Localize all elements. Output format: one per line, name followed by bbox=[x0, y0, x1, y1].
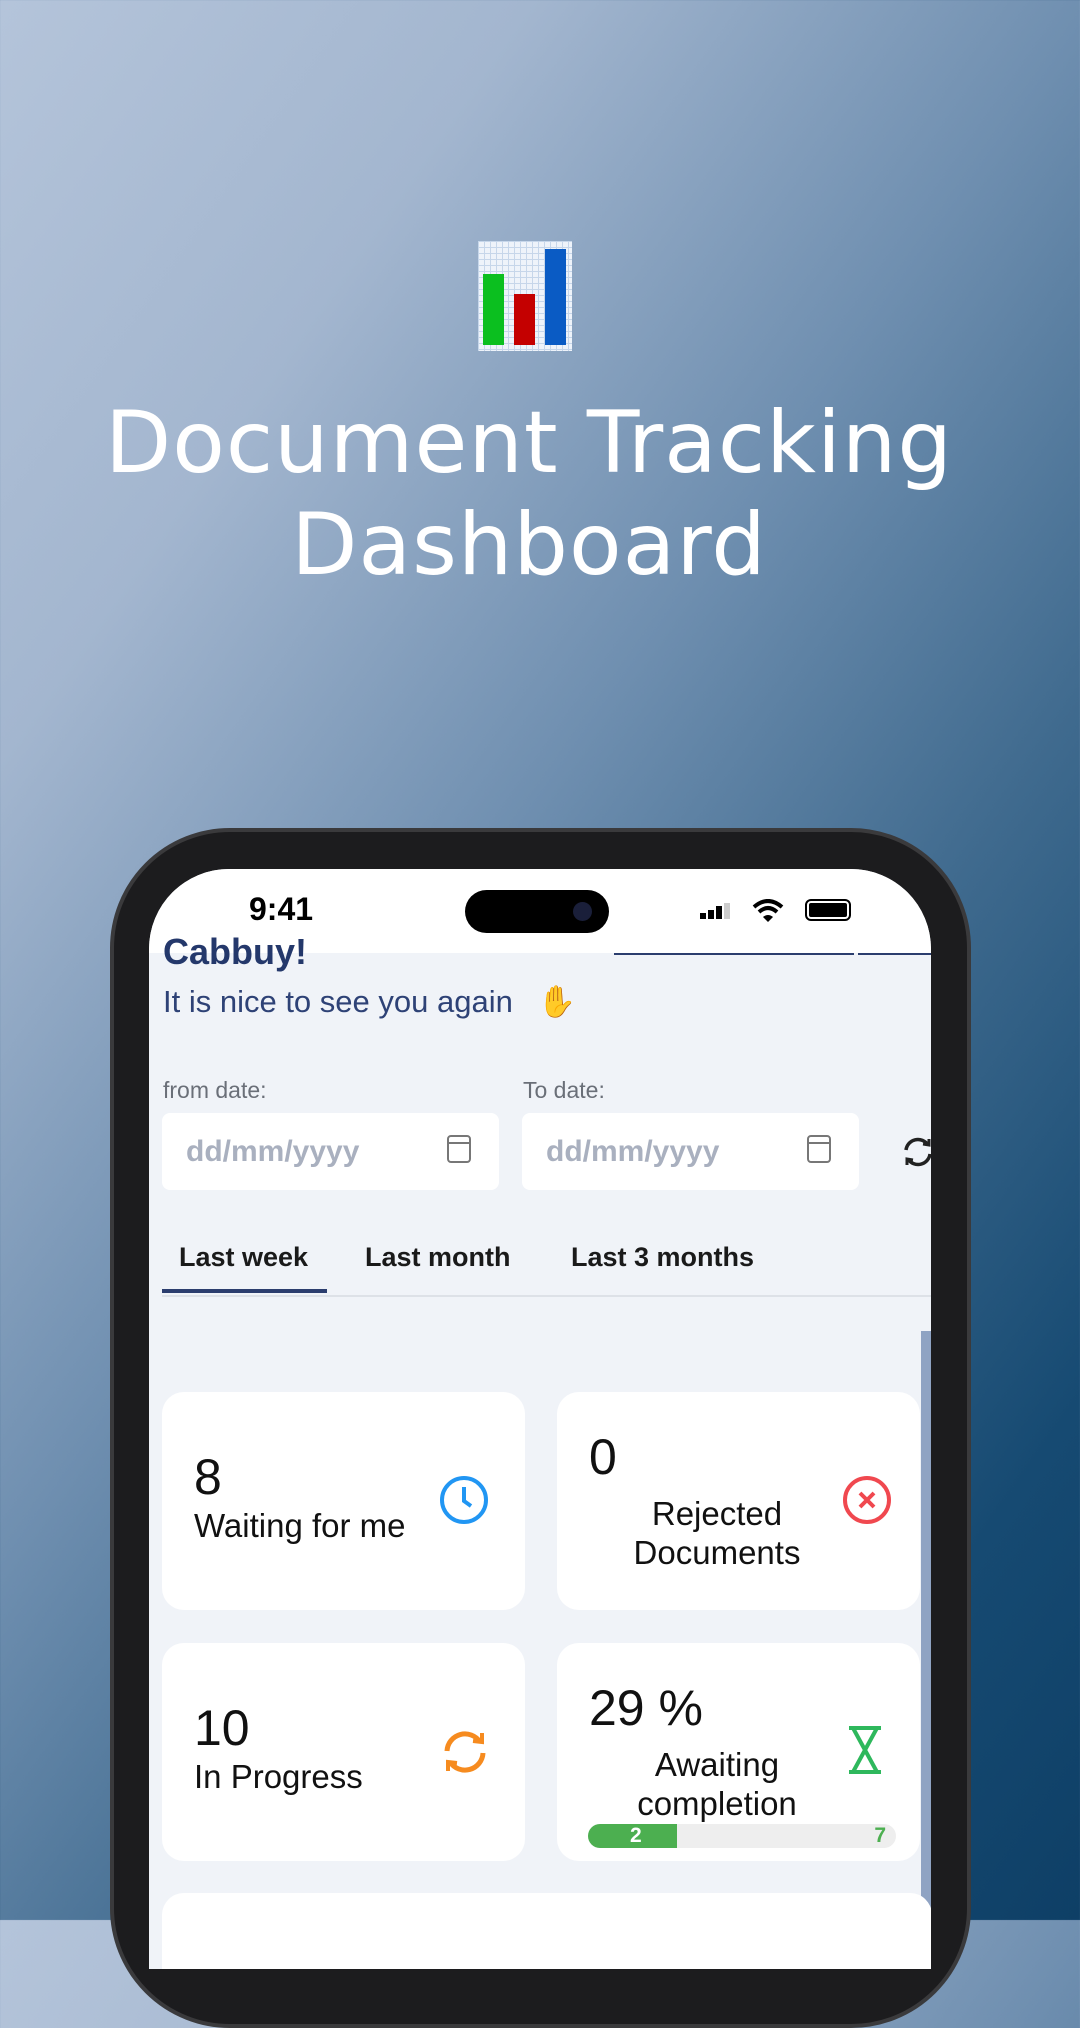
progress-total: 7 bbox=[874, 1824, 886, 1847]
dynamic-island bbox=[465, 890, 609, 933]
logo-bar-blue bbox=[545, 249, 566, 345]
header-underline bbox=[614, 953, 854, 955]
card-value: 8 bbox=[194, 1449, 222, 1505]
refresh-icon bbox=[444, 1731, 486, 1773]
card-value: 0 bbox=[589, 1429, 617, 1485]
card-in-progress[interactable]: 10 In Progress bbox=[162, 1643, 525, 1861]
logo-bar-green bbox=[483, 274, 504, 345]
hourglass-icon bbox=[849, 1726, 881, 1774]
card-label: Rejected Documents bbox=[607, 1494, 827, 1572]
greeting-subtitle-text: It is nice to see you again bbox=[163, 984, 513, 1019]
wifi-icon bbox=[752, 899, 784, 922]
tab-last-week[interactable]: Last week bbox=[179, 1242, 308, 1273]
card-awaiting-completion[interactable]: 29 % Awaiting completion 2 7 bbox=[557, 1643, 920, 1861]
greeting-name: Cabbuy! bbox=[163, 931, 307, 972]
card-label-line1: Rejected bbox=[651, 1495, 783, 1532]
header-underline bbox=[858, 953, 931, 955]
hero-title-line2: Dashboard bbox=[291, 495, 767, 595]
active-tab-indicator bbox=[162, 1289, 327, 1293]
to-date-input[interactable]: dd/mm/yyyy bbox=[522, 1113, 859, 1190]
from-date-label: from date: bbox=[163, 1077, 267, 1103]
dashboard-content: Cabbuy! It is nice to see you again ✋ fr… bbox=[149, 931, 931, 1969]
from-date-placeholder: dd/mm/yyyy bbox=[186, 1135, 360, 1168]
calendar-icon[interactable] bbox=[807, 1135, 831, 1163]
card-value: 29 % bbox=[589, 1680, 703, 1736]
hero-title: Document Tracking Dashboard bbox=[0, 392, 1058, 596]
signal-icon bbox=[700, 903, 730, 919]
hero-title-line1: Document Tracking bbox=[105, 393, 953, 493]
tab-divider bbox=[162, 1295, 931, 1297]
progress-done: 2 bbox=[630, 1824, 642, 1847]
card-label-line1: Awaiting bbox=[654, 1746, 780, 1783]
tab-last-month[interactable]: Last month bbox=[365, 1242, 511, 1273]
status-time: 9:41 bbox=[249, 891, 314, 927]
card-waiting-for-me[interactable]: 8 Waiting for me bbox=[162, 1392, 525, 1610]
card-label: In Progress bbox=[194, 1758, 363, 1795]
card-label-line2: completion bbox=[637, 1785, 797, 1822]
tab-last-3-months[interactable]: Last 3 months bbox=[571, 1242, 754, 1273]
calendar-icon[interactable] bbox=[447, 1135, 471, 1163]
waving-hand-icon: ✋ bbox=[537, 984, 577, 1019]
card-label: Waiting for me bbox=[194, 1507, 406, 1544]
scrollbar[interactable] bbox=[921, 1331, 931, 1969]
card-next bbox=[162, 1893, 931, 1969]
clock-icon bbox=[440, 1476, 488, 1524]
completion-progress-bar: 2 7 bbox=[588, 1824, 896, 1848]
phone-screen: 9:41 Cabbuy! It is nice to see you again… bbox=[149, 869, 931, 1969]
to-date-label: To date: bbox=[523, 1077, 605, 1103]
x-circle-icon bbox=[843, 1476, 891, 1524]
card-value: 10 bbox=[194, 1700, 250, 1756]
card-rejected-documents[interactable]: 0 Rejected Documents bbox=[557, 1392, 920, 1610]
card-label: Awaiting completion bbox=[607, 1745, 827, 1823]
card-label-line2: Documents bbox=[633, 1534, 801, 1571]
from-date-input[interactable]: dd/mm/yyyy bbox=[162, 1113, 499, 1190]
battery-icon bbox=[805, 899, 851, 921]
camera-icon bbox=[573, 902, 592, 921]
greeting-subtitle: It is nice to see you again ✋ bbox=[163, 983, 576, 1020]
to-date-placeholder: dd/mm/yyyy bbox=[546, 1135, 720, 1168]
refresh-icon[interactable] bbox=[901, 1135, 931, 1169]
bar-chart-logo bbox=[478, 241, 572, 351]
logo-bar-red bbox=[514, 294, 535, 345]
